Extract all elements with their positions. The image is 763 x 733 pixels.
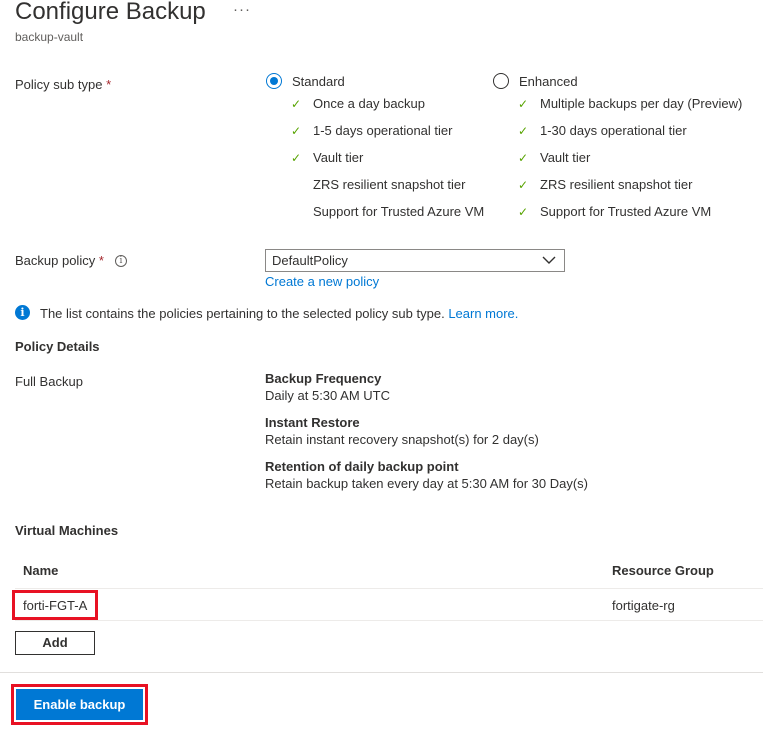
check-icon: ✓ [291, 124, 302, 138]
footer-divider [0, 672, 763, 673]
detail-title: Instant Restore [265, 415, 360, 430]
learn-more-link[interactable]: Learn more. [448, 306, 518, 321]
more-options-icon[interactable]: ··· [233, 1, 251, 18]
feature-item: ✓ Vault tier [518, 150, 591, 165]
check-icon: ✓ [518, 97, 529, 111]
required-marker: * [98, 253, 104, 268]
check-icon: ✓ [291, 97, 302, 111]
policy-details-heading: Policy Details [15, 339, 100, 354]
check-icon: ✓ [518, 124, 529, 138]
chevron-down-icon [542, 256, 556, 264]
radio-enhanced-label: Enhanced [519, 74, 578, 89]
feature-item: ✓ Vault tier [291, 150, 364, 165]
detail-title: Backup Frequency [265, 371, 382, 386]
feature-item: ✓Support for Trusted Azure VM [313, 204, 485, 219]
backup-policy-dropdown[interactable]: DefaultPolicy [265, 249, 565, 272]
detail-title: Retention of daily backup point [265, 459, 459, 474]
check-icon: ✓ [291, 151, 302, 165]
page-subtitle: backup-vault [15, 30, 84, 44]
feature-item: ✓Support for Trusted Azure VM [518, 204, 712, 219]
check-icon: ✓ [518, 205, 529, 219]
info-circle-icon: i [15, 305, 30, 320]
add-vm-button[interactable]: Add [15, 631, 95, 655]
detail-value: Retain instant recovery snapshot(s) for … [265, 432, 539, 447]
detail-value: Daily at 5:30 AM UTC [265, 388, 390, 403]
backup-policy-label: Backup policy * [15, 253, 104, 268]
radio-standard-label: Standard [292, 74, 345, 89]
feature-item: ✓ZRS resilient snapshot tier [313, 177, 466, 192]
vm-resource-group-cell: fortigate-rg [612, 598, 675, 613]
enable-backup-button[interactable]: Enable backup [16, 689, 143, 720]
full-backup-label: Full Backup [15, 374, 83, 389]
create-new-policy-link[interactable]: Create a new policy [265, 274, 379, 289]
feature-item: ✓ 1-5 days operational tier [291, 123, 453, 138]
policy-sub-type-text: Policy sub type [15, 77, 103, 92]
column-header-name: Name [23, 563, 59, 578]
check-icon: ✓ [518, 178, 529, 192]
info-icon[interactable]: i [115, 255, 127, 267]
feature-item: ✓ 1-30 days operational tier [518, 123, 687, 138]
vm-name-cell: forti-FGT-A [23, 598, 88, 613]
radio-option-standard[interactable]: Standard [266, 73, 506, 93]
radio-standard-indicator[interactable] [266, 73, 282, 89]
detail-value: Retain backup taken every day at 5:30 AM… [265, 476, 589, 491]
policy-sub-type-label: Policy sub type * [15, 77, 111, 92]
feature-item: ✓ Once a day backup [291, 96, 426, 111]
backup-policy-value: DefaultPolicy [272, 253, 348, 268]
column-header-resource-group: Resource Group [612, 563, 714, 578]
radio-enhanced-indicator[interactable] [493, 73, 509, 89]
info-message-text: The list contains the policies pertainin… [40, 306, 445, 321]
radio-option-enhanced[interactable]: Enhanced [493, 73, 733, 93]
check-icon: ✓ [518, 151, 529, 165]
required-marker: * [106, 77, 112, 92]
info-message: The list contains the policies pertainin… [40, 306, 518, 321]
table-row-divider [15, 620, 763, 621]
feature-item: ✓ Multiple backups per day (Preview) [518, 96, 743, 111]
table-row[interactable]: forti-FGT-A fortigate-rg [12, 589, 763, 620]
page-title: Configure Backup [15, 0, 206, 25]
backup-policy-text: Backup policy [15, 253, 96, 268]
feature-item: ✓ZRS resilient snapshot tier [518, 177, 693, 192]
virtual-machines-heading: Virtual Machines [15, 523, 119, 538]
